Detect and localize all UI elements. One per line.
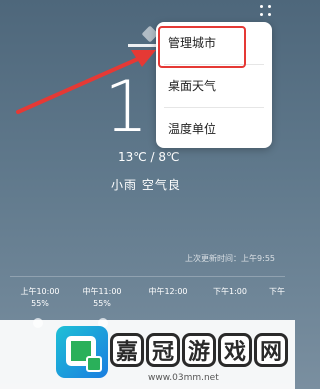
watermark-char: 网 bbox=[254, 333, 288, 367]
watermark-logo-icon bbox=[56, 326, 108, 378]
hour-time: 下午 bbox=[269, 287, 285, 296]
hourly-item: 中午12:00 bbox=[138, 286, 198, 299]
hour-precip: 55% bbox=[31, 299, 49, 308]
watermark-url: www.03mm.net bbox=[148, 373, 219, 383]
hourly-item: 下午 bbox=[262, 286, 292, 299]
hourly-item: 中午11:00 55% bbox=[72, 286, 132, 308]
current-temperature: 1 bbox=[104, 66, 149, 148]
watermark-char: 嘉 bbox=[110, 333, 144, 367]
menu-item-desktop-weather[interactable]: 桌面天气 bbox=[156, 65, 272, 107]
watermark-char: 游 bbox=[182, 333, 216, 367]
hour-time: 中午11:00 bbox=[82, 287, 122, 296]
hour-time: 中午12:00 bbox=[148, 287, 188, 296]
divider bbox=[10, 276, 285, 277]
hour-time: 上午10:00 bbox=[20, 287, 60, 296]
menu-item-temperature-unit[interactable]: 温度单位 bbox=[156, 108, 272, 150]
watermark-char: 戏 bbox=[218, 333, 252, 367]
watermark-char: 冠 bbox=[146, 333, 180, 367]
watermark-title: 嘉 冠 游 戏 网 bbox=[110, 333, 288, 367]
hour-precip: 55% bbox=[93, 299, 111, 308]
hourly-item: 上午10:00 55% bbox=[10, 286, 70, 308]
more-vert-icon[interactable] bbox=[259, 3, 277, 21]
temperature-range: 13℃ / 8℃ bbox=[118, 150, 180, 164]
highlight-box bbox=[158, 26, 246, 68]
hourly-item: 下午1:00 bbox=[200, 286, 260, 299]
last-update-time: 上次更新时间：上午9:55 bbox=[185, 254, 275, 263]
hour-time: 下午1:00 bbox=[213, 287, 247, 296]
weather-condition: 小雨 空气良 bbox=[111, 178, 181, 192]
